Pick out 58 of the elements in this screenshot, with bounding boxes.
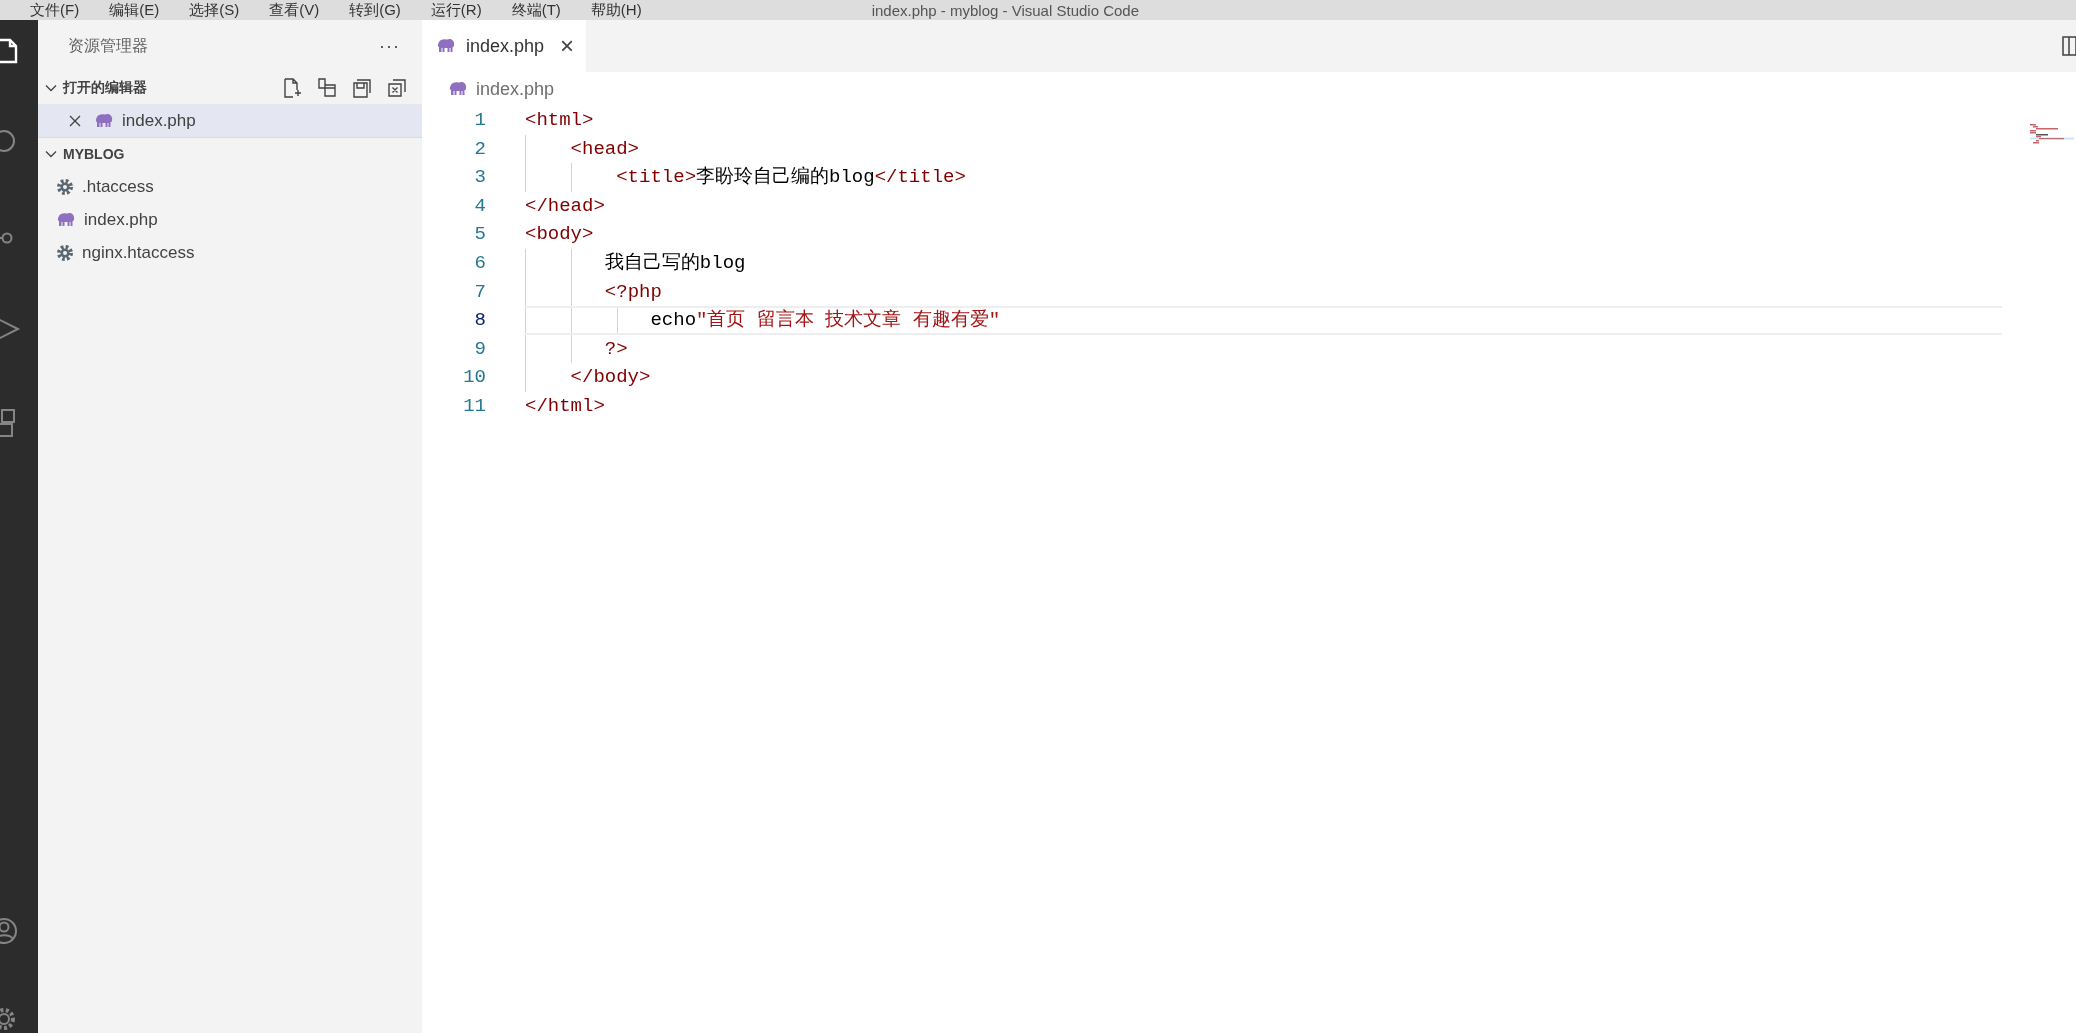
- split-editor-icon[interactable]: [2062, 35, 2076, 57]
- menu-item[interactable]: 帮助(H): [590, 0, 642, 20]
- menu-item[interactable]: 文件(F): [30, 0, 80, 20]
- code-token: "首页 留言本 技术文章 有趣有爱": [696, 309, 1001, 332]
- save-all-icon[interactable]: [351, 77, 373, 99]
- code-token: <?php: [604, 280, 662, 303]
- new-file-icon[interactable]: [281, 77, 303, 99]
- file-item[interactable]: nginx.htaccess: [38, 236, 422, 269]
- code-token: echo: [650, 309, 697, 332]
- file-item[interactable]: index.php: [38, 203, 422, 236]
- close-all-icon[interactable]: [386, 77, 408, 99]
- code-token: <title>: [616, 166, 697, 189]
- breadcrumb-item[interactable]: index.php: [476, 78, 555, 100]
- line-number: 3: [473, 165, 486, 191]
- menu-item[interactable]: 查看(V): [269, 0, 320, 20]
- code-token: 李盼玲自己编的blog: [696, 166, 875, 189]
- line-number: 1: [473, 108, 486, 133]
- close-icon[interactable]: ×: [560, 32, 575, 60]
- section-header[interactable]: 打开的编辑器: [63, 79, 147, 97]
- minimap-drawing[interactable]: [2030, 124, 2074, 144]
- line-number: 4: [473, 193, 486, 219]
- elephant-icon: [94, 113, 114, 128]
- line-number: 10: [462, 365, 486, 391]
- menu-item[interactable]: 编辑(E): [109, 0, 160, 20]
- line-number: 6: [473, 250, 486, 276]
- code-token: </head>: [525, 194, 605, 217]
- file-item[interactable]: index.php: [38, 104, 422, 137]
- line-number: 7: [473, 279, 486, 305]
- code-token: <head>: [570, 137, 640, 160]
- menu-item[interactable]: 运行(R): [430, 0, 482, 20]
- elephant-icon: [448, 82, 468, 96]
- file-item[interactable]: .htaccess: [38, 170, 422, 203]
- sidebar-title: 资源管理器: [68, 35, 148, 56]
- code-token: ?>: [604, 337, 628, 360]
- line-number: 2: [473, 136, 486, 162]
- code-token: <body>: [525, 223, 594, 246]
- menu-item[interactable]: 选择(S): [189, 0, 240, 20]
- menu-item[interactable]: 转到(G): [349, 0, 401, 20]
- code-token: 我自己写的blog: [604, 251, 746, 274]
- menu-item[interactable]: 终端(T): [511, 0, 561, 20]
- line-number: 9: [473, 336, 486, 362]
- code-token: </html>: [525, 394, 605, 417]
- close-icon[interactable]: [68, 113, 82, 128]
- elephant-icon: [436, 39, 456, 53]
- editor-tab[interactable]: index.php ×: [422, 20, 587, 72]
- line-number: 8: [473, 308, 486, 334]
- elephant-icon: [56, 212, 76, 227]
- section-header[interactable]: MYBLOG: [63, 146, 125, 162]
- line-number: 11: [462, 393, 486, 419]
- split-windows-icon[interactable]: [316, 77, 338, 99]
- line-number: 5: [473, 222, 486, 248]
- gear-icon: [56, 243, 74, 262]
- code-token: </body>: [570, 366, 651, 389]
- code-token: </title>: [874, 166, 966, 189]
- code-token: <html>: [525, 109, 594, 131]
- window-title: index.php - myblog - Visual Studio Code: [871, 1, 1140, 19]
- gear-icon: [56, 177, 74, 196]
- more-actions-icon[interactable]: ···: [379, 35, 400, 57]
